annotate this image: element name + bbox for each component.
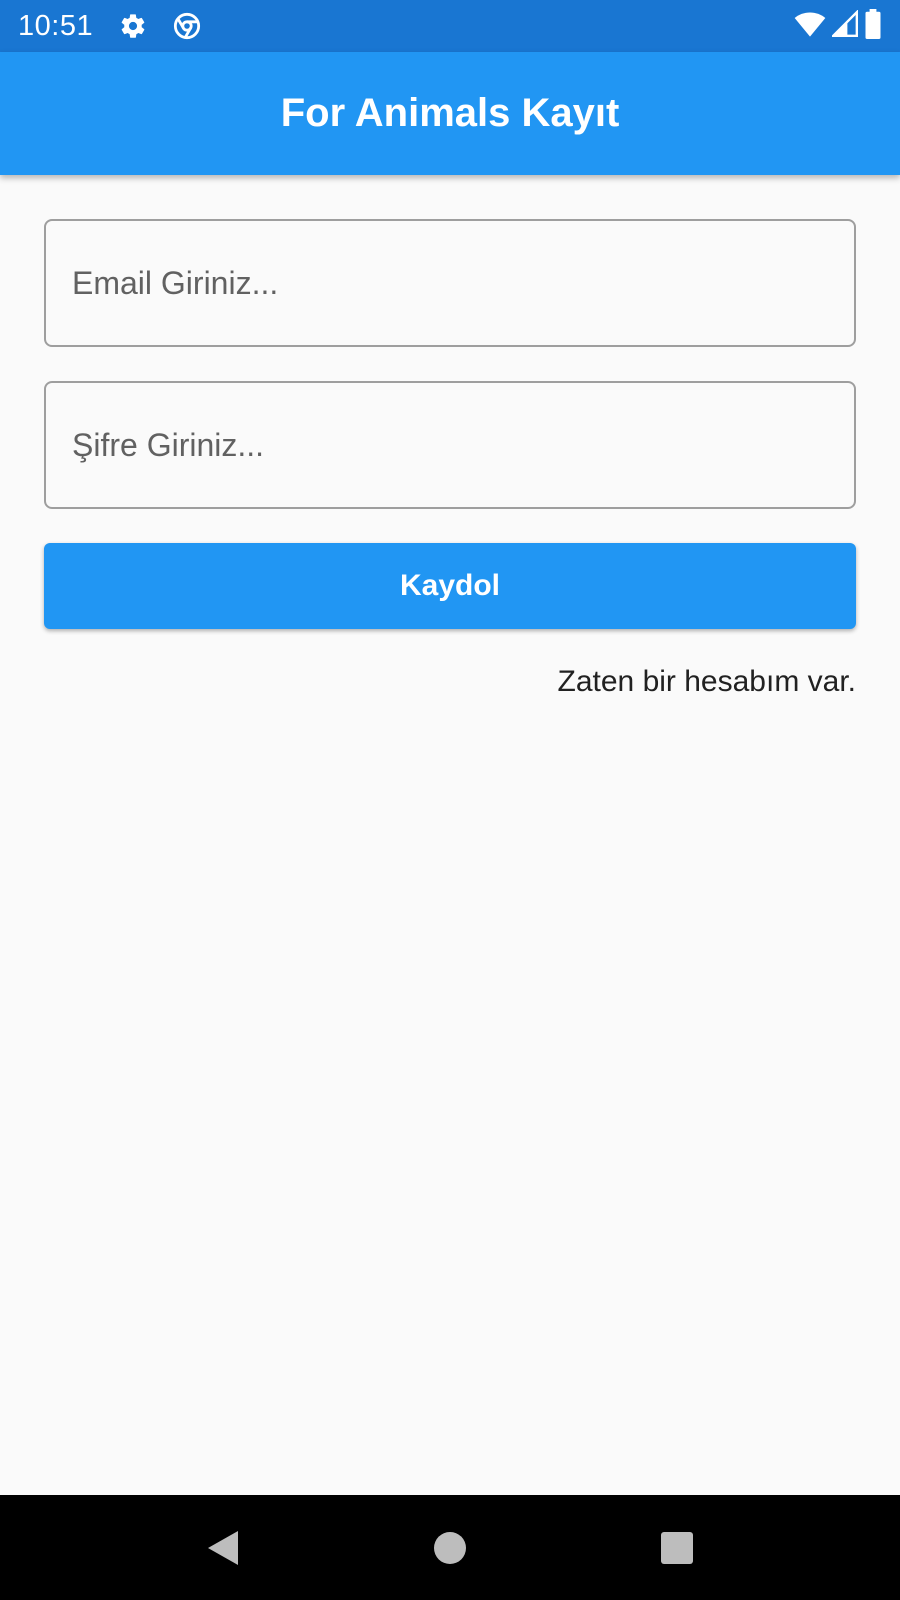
- gear-icon: [119, 12, 147, 40]
- status-time: 10:51: [18, 9, 94, 42]
- recents-icon[interactable]: [647, 1518, 707, 1578]
- signal-icon: [830, 8, 858, 43]
- chrome-icon: [173, 12, 201, 40]
- password-field[interactable]: [44, 381, 856, 509]
- battery-icon: [864, 8, 882, 44]
- existing-account-link[interactable]: Zaten bir hesabım var.: [44, 665, 856, 699]
- signup-form: Kaydol Zaten bir hesabım var.: [44, 219, 856, 699]
- navigation-bar: [0, 1495, 900, 1600]
- wifi-icon: [794, 10, 826, 43]
- back-icon[interactable]: [193, 1518, 253, 1578]
- home-icon[interactable]: [420, 1518, 480, 1578]
- email-field[interactable]: [44, 219, 856, 347]
- signup-button[interactable]: Kaydol: [44, 543, 856, 629]
- page-title: For Animals Kayıt: [280, 91, 620, 135]
- app-bar: For Animals Kayıt: [0, 52, 900, 175]
- status-bar: 10:51: [0, 0, 900, 52]
